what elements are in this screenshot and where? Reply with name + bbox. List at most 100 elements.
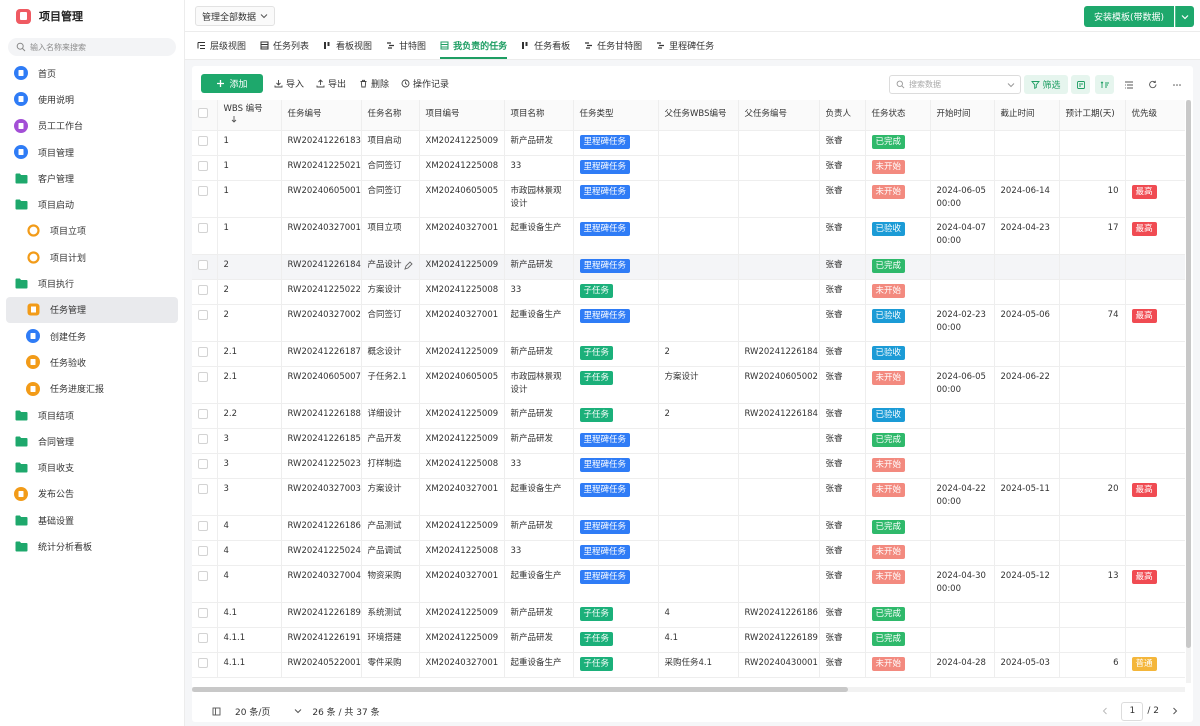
- cell-start[interactable]: [930, 403, 995, 429]
- row-height-button[interactable]: [1119, 75, 1138, 94]
- cell-end[interactable]: [994, 155, 1060, 181]
- cell-parent_no[interactable]: RW20241226184: [738, 403, 820, 429]
- cell-wbs[interactable]: 4: [217, 540, 282, 566]
- cell-task_name[interactable]: 产品设计: [361, 254, 420, 280]
- cell-wbs[interactable]: 4.1.1: [217, 652, 282, 678]
- cell-start[interactable]: 2024-04-28: [930, 652, 995, 678]
- cell-end[interactable]: 2024-05-03: [994, 652, 1060, 678]
- cell-proj_name[interactable]: 新产品研发: [504, 254, 574, 280]
- cell-parent_no[interactable]: [738, 565, 820, 603]
- sidebar-item[interactable]: 统计分析看板: [0, 533, 184, 559]
- cell-proj_no[interactable]: XM20240327001: [419, 652, 505, 678]
- operation-log-button[interactable]: 操作记录: [401, 74, 449, 93]
- cell-proj_no[interactable]: XM20241225008: [419, 155, 505, 181]
- cell-owner[interactable]: 张睿: [819, 602, 866, 628]
- row-checkbox[interactable]: [198, 371, 208, 382]
- cell-proj_no[interactable]: XM20241225009: [419, 515, 505, 541]
- cell-status[interactable]: 已完成: [865, 602, 931, 628]
- cell-task_name[interactable]: 详细设计: [361, 403, 420, 429]
- cell-task_name[interactable]: 合同签订: [361, 304, 420, 342]
- column-header[interactable]: 父任务编号: [738, 100, 820, 131]
- sidebar-item[interactable]: 客户管理: [0, 165, 184, 191]
- cell-owner[interactable]: 张睿: [819, 652, 866, 678]
- chevron-right-icon[interactable]: [1171, 707, 1179, 715]
- cell-type[interactable]: 里程碑任务: [573, 254, 659, 280]
- cell-start[interactable]: 2024-04-22 00:00: [930, 478, 995, 516]
- row-checkbox[interactable]: [198, 433, 208, 444]
- cell-type[interactable]: 里程碑任务: [573, 304, 659, 342]
- cell-task_no[interactable]: RW20240522001: [281, 652, 362, 678]
- install-template-button[interactable]: 安装模板(带数据): [1083, 6, 1174, 27]
- cell-status[interactable]: 未开始: [865, 279, 931, 305]
- cell-proj_no[interactable]: XM20241225009: [419, 130, 505, 156]
- cell-task_name[interactable]: 项目启动: [361, 130, 420, 156]
- row-select-cell[interactable]: [192, 304, 218, 342]
- table-row[interactable]: 2 RW20240327002 合同签订 XM20240327001 起重设备生产 里程碑…: [192, 304, 1185, 342]
- cell-status[interactable]: 已完成: [865, 627, 931, 653]
- cell-parent_wbs[interactable]: 2: [658, 341, 739, 367]
- row-checkbox[interactable]: [198, 160, 208, 171]
- cell-dur[interactable]: [1059, 279, 1126, 305]
- cell-status[interactable]: 已验收: [865, 217, 931, 255]
- row-checkbox[interactable]: [198, 570, 208, 581]
- cell-type[interactable]: 里程碑任务: [573, 180, 659, 218]
- cell-priority[interactable]: [1125, 130, 1185, 156]
- select-all-cell[interactable]: [192, 100, 218, 131]
- row-select-cell[interactable]: [192, 403, 218, 429]
- column-header[interactable]: 优先级: [1125, 100, 1185, 131]
- cell-proj_name[interactable]: 新产品研发: [504, 627, 574, 653]
- cell-owner[interactable]: 张睿: [819, 304, 866, 342]
- cell-proj_name[interactable]: 新产品研发: [504, 341, 574, 367]
- cell-owner[interactable]: 张睿: [819, 478, 866, 516]
- cell-wbs[interactable]: 2: [217, 279, 282, 305]
- cell-wbs[interactable]: 3: [217, 453, 282, 479]
- cell-parent_no[interactable]: [738, 155, 820, 181]
- cell-proj_name[interactable]: 市政园林景观设计: [504, 180, 574, 218]
- cell-priority[interactable]: 最高: [1125, 180, 1185, 218]
- cell-start[interactable]: [930, 341, 995, 367]
- sidebar-item[interactable]: 创建任务: [0, 323, 184, 349]
- row-select-cell[interactable]: [192, 130, 218, 156]
- cell-wbs[interactable]: 2.1: [217, 341, 282, 367]
- cell-end[interactable]: [994, 130, 1060, 156]
- sidebar-item[interactable]: 发布公告: [0, 481, 184, 507]
- cell-dur[interactable]: [1059, 540, 1126, 566]
- cell-parent_no[interactable]: [738, 540, 820, 566]
- row-select-cell[interactable]: [192, 627, 218, 653]
- sidebar-item[interactable]: 项目收支: [0, 454, 184, 480]
- cell-task_no[interactable]: RW20241226191: [281, 627, 362, 653]
- row-checkbox[interactable]: [198, 309, 208, 320]
- cell-proj_name[interactable]: 新产品研发: [504, 130, 574, 156]
- sidebar-item[interactable]: 项目立项: [0, 218, 184, 244]
- cell-parent_no[interactable]: [738, 254, 820, 280]
- cell-start[interactable]: 2024-06-05 00:00: [930, 180, 995, 218]
- cell-start[interactable]: [930, 515, 995, 541]
- cell-task_name[interactable]: 物资采购: [361, 565, 420, 603]
- cell-wbs[interactable]: 2: [217, 304, 282, 342]
- cell-dur[interactable]: [1059, 254, 1126, 280]
- cell-proj_no[interactable]: XM20241225009: [419, 403, 505, 429]
- cell-status[interactable]: 已完成: [865, 130, 931, 156]
- cell-proj_no[interactable]: XM20240605005: [419, 366, 505, 404]
- sidebar-item[interactable]: 任务管理: [6, 296, 178, 323]
- cell-parent_no[interactable]: RW20240605002: [738, 366, 820, 404]
- cell-task_name[interactable]: 零件采购: [361, 652, 420, 678]
- cell-proj_no[interactable]: XM20240327001: [419, 565, 505, 603]
- more-button[interactable]: [1167, 75, 1186, 94]
- cell-start[interactable]: [930, 627, 995, 653]
- import-button[interactable]: 导入: [274, 74, 304, 93]
- tab-view[interactable]: 层级视图: [193, 31, 256, 59]
- cell-dur[interactable]: [1059, 155, 1126, 181]
- cell-owner[interactable]: 张睿: [819, 627, 866, 653]
- cell-parent_wbs[interactable]: 4: [658, 602, 739, 628]
- cell-priority[interactable]: [1125, 403, 1185, 429]
- row-select-cell[interactable]: [192, 515, 218, 541]
- column-header[interactable]: 任务状态: [865, 100, 931, 131]
- cell-end[interactable]: [994, 279, 1060, 305]
- export-button[interactable]: 导出: [316, 74, 346, 93]
- column-header[interactable]: 任务编号: [281, 100, 362, 131]
- add-button[interactable]: 添加: [201, 74, 263, 93]
- row-checkbox[interactable]: [198, 259, 208, 270]
- cell-owner[interactable]: 张睿: [819, 540, 866, 566]
- cell-proj_no[interactable]: XM20241225008: [419, 279, 505, 305]
